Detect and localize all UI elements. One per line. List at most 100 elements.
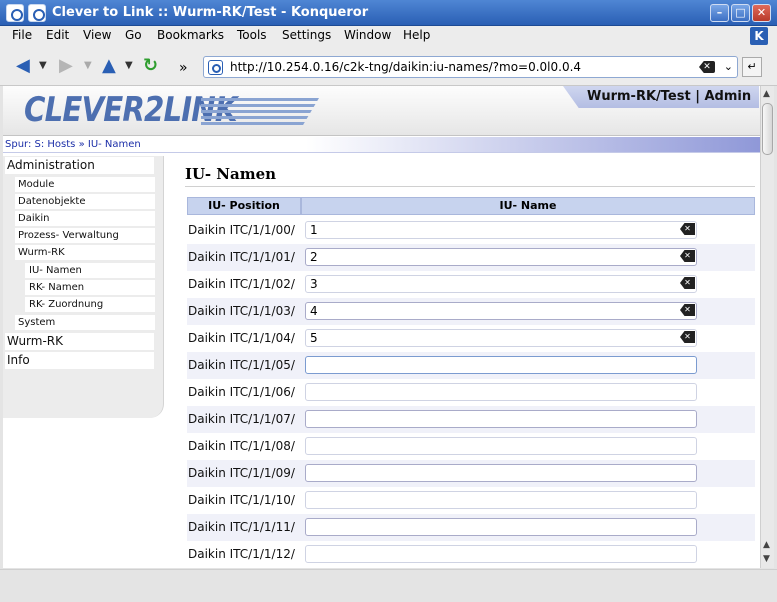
back-arrow-icon[interactable]: ◀ bbox=[16, 57, 30, 75]
maximize-button[interactable]: □ bbox=[731, 4, 750, 22]
forward-history-chevron-icon[interactable]: ▼ bbox=[84, 60, 92, 71]
menu-bar: File Edit View Go Bookmarks Tools Settin… bbox=[0, 26, 777, 46]
page-title: IU- Namen bbox=[185, 165, 277, 183]
sidebar-item-module[interactable]: Module bbox=[15, 177, 155, 192]
sidebar-item-datenobjekte[interactable]: Datenobjekte bbox=[15, 194, 155, 209]
window-menu-icon[interactable] bbox=[28, 4, 46, 22]
iu-name-input[interactable] bbox=[305, 491, 697, 509]
iu-position: Daikin ITC/1/1/09/ bbox=[188, 466, 295, 480]
iu-name-input[interactable] bbox=[305, 356, 697, 374]
iu-name-input[interactable] bbox=[305, 518, 697, 536]
web-viewport: CLEVER2LINK Wurm-RK/Test | Admin Spur: S… bbox=[3, 86, 760, 568]
location-bar[interactable]: http://10.254.0.16/c2k-tng/daikin:iu-nam… bbox=[203, 56, 738, 78]
back-history-chevron-icon[interactable]: ▼ bbox=[39, 60, 47, 71]
scroll-thumb[interactable] bbox=[762, 103, 773, 155]
iu-position: Daikin ITC/1/1/11/ bbox=[188, 520, 295, 534]
iu-name-input[interactable] bbox=[305, 410, 697, 428]
menu-file[interactable]: File bbox=[12, 28, 32, 42]
iu-position: Daikin ITC/1/1/04/ bbox=[188, 331, 295, 345]
iu-name-input[interactable] bbox=[305, 383, 697, 401]
vertical-scrollbar[interactable]: ▲ ▲ ▼ bbox=[760, 86, 774, 568]
iu-position: Daikin ITC/1/1/07/ bbox=[188, 412, 295, 426]
table-row: Daikin ITC/1/1/08/ bbox=[187, 433, 755, 460]
column-header-position: IU- Position bbox=[187, 197, 301, 215]
forward-arrow-icon[interactable]: ▶ bbox=[59, 57, 73, 75]
menu-window[interactable]: Window bbox=[344, 28, 391, 42]
sidebar-item-administration[interactable]: Administration bbox=[5, 157, 154, 174]
close-button[interactable]: ✕ bbox=[752, 4, 771, 22]
iu-name-input[interactable] bbox=[305, 464, 697, 482]
sidebar-item-info[interactable]: Info bbox=[5, 352, 154, 369]
iu-name-input[interactable]: 1 bbox=[305, 221, 697, 239]
iu-position: Daikin ITC/1/1/01/ bbox=[188, 250, 295, 264]
window-titlebar: Clever to Link :: Wurm-RK/Test - Konquer… bbox=[0, 0, 777, 26]
breadcrumb-text[interactable]: Spur: S: Hosts » IU- Namen bbox=[5, 139, 141, 150]
scroll-up-arrow-icon[interactable]: ▲ bbox=[763, 89, 770, 99]
sidebar-item-rk-zuordnung[interactable]: RK- Zuordnung bbox=[25, 297, 155, 312]
sidebar-item-rk-namen[interactable]: RK- Namen bbox=[25, 280, 155, 295]
table-row: Daikin ITC/1/1/07/ bbox=[187, 406, 755, 433]
menu-help[interactable]: Help bbox=[403, 28, 430, 42]
konqueror-app-icon[interactable] bbox=[6, 4, 24, 22]
iu-position: Daikin ITC/1/1/03/ bbox=[188, 304, 295, 318]
iu-position: Daikin ITC/1/1/08/ bbox=[188, 439, 295, 453]
iu-position: Daikin ITC/1/1/05/ bbox=[188, 358, 295, 372]
location-history-chevron-icon[interactable]: ⌄ bbox=[724, 60, 733, 73]
sidebar-item-system[interactable]: System bbox=[15, 315, 155, 330]
sidebar-item-prozess-verwaltung[interactable]: Prozess- Verwaltung bbox=[15, 228, 155, 243]
go-button[interactable]: ↵ bbox=[742, 57, 762, 77]
sidebar-item-wurm-rk[interactable]: Wurm-RK bbox=[5, 333, 154, 350]
menu-go[interactable]: Go bbox=[125, 28, 142, 42]
scroll-up-small-arrow-icon[interactable]: ▲ bbox=[763, 540, 770, 550]
minimize-button[interactable]: – bbox=[710, 4, 729, 22]
iu-position: Daikin ITC/1/1/02/ bbox=[188, 277, 295, 291]
scroll-down-arrow-icon[interactable]: ▼ bbox=[763, 554, 770, 564]
site-header: CLEVER2LINK Wurm-RK/Test | Admin bbox=[3, 86, 760, 136]
menu-settings[interactable]: Settings bbox=[282, 28, 331, 42]
toolbar-more-icon[interactable]: » bbox=[179, 59, 188, 77]
sidebar-item-daikin[interactable]: Daikin bbox=[15, 211, 155, 226]
reload-icon[interactable]: ↻ bbox=[143, 57, 158, 75]
table-row: Daikin ITC/1/1/11/ bbox=[187, 514, 755, 541]
iu-name-input[interactable] bbox=[305, 437, 697, 455]
table-row: Daikin ITC/1/1/09/ bbox=[187, 460, 755, 487]
status-bar bbox=[0, 569, 777, 602]
table-row: Daikin ITC/1/1/04/ 5 ✕ bbox=[187, 325, 755, 352]
clear-location-icon[interactable]: ✕ bbox=[699, 61, 715, 73]
iu-position: Daikin ITC/1/1/10/ bbox=[188, 493, 295, 507]
table-row: Daikin ITC/1/1/01/ 2 ✕ bbox=[187, 244, 755, 271]
sidebar: Administration Module Datenobjekte Daiki… bbox=[3, 156, 164, 418]
kde-logo-icon: K bbox=[750, 27, 768, 45]
table-row: Daikin ITC/1/1/12/ bbox=[187, 541, 755, 568]
iu-name-input[interactable]: 2 bbox=[305, 248, 697, 266]
window-title: Clever to Link :: Wurm-RK/Test - Konquer… bbox=[52, 5, 369, 20]
table-row: Daikin ITC/1/1/00/ 1 ✕ bbox=[187, 217, 755, 244]
iu-position: Daikin ITC/1/1/00/ bbox=[188, 223, 295, 237]
table-row: Daikin ITC/1/1/03/ 4 ✕ bbox=[187, 298, 755, 325]
navigation-toolbar: ◀ ▼ ▶ ▼ ▲ ▼ ↻ » http://10.254.0.16/c2k-t… bbox=[0, 46, 777, 86]
site-favicon-icon bbox=[208, 60, 223, 75]
iu-position: Daikin ITC/1/1/06/ bbox=[188, 385, 295, 399]
table-row: Daikin ITC/1/1/05/ bbox=[187, 352, 755, 379]
column-header-name: IU- Name bbox=[301, 197, 755, 215]
logo-stripes bbox=[201, 98, 319, 128]
iu-position: Daikin ITC/1/1/12/ bbox=[188, 547, 295, 561]
menu-tools[interactable]: Tools bbox=[237, 28, 267, 42]
user-badge: Wurm-RK/Test | Admin bbox=[563, 86, 759, 108]
iu-name-input[interactable]: 4 bbox=[305, 302, 697, 320]
sidebar-item-wurm-rk-admin[interactable]: Wurm-RK bbox=[15, 245, 155, 260]
user-label: Wurm-RK/Test | Admin bbox=[587, 89, 752, 104]
table-row: Daikin ITC/1/1/06/ bbox=[187, 379, 755, 406]
sidebar-item-iu-namen[interactable]: IU- Namen bbox=[25, 263, 155, 278]
iu-name-input[interactable]: 5 bbox=[305, 329, 697, 347]
iu-name-input[interactable] bbox=[305, 545, 697, 563]
menu-bookmarks[interactable]: Bookmarks bbox=[157, 28, 224, 42]
up-arrow-icon[interactable]: ▲ bbox=[102, 57, 116, 75]
table-row: Daikin ITC/1/1/10/ bbox=[187, 487, 755, 514]
menu-view[interactable]: View bbox=[83, 28, 111, 42]
title-divider bbox=[185, 186, 755, 187]
up-chevron-icon[interactable]: ▼ bbox=[125, 60, 133, 71]
iu-name-input[interactable]: 3 bbox=[305, 275, 697, 293]
menu-edit[interactable]: Edit bbox=[46, 28, 69, 42]
url-input[interactable]: http://10.254.0.16/c2k-tng/daikin:iu-nam… bbox=[230, 60, 581, 74]
